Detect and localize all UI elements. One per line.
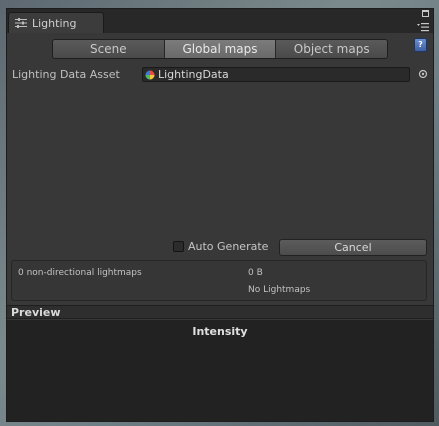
object-picker-icon[interactable] (418, 69, 428, 79)
lightmap-stats-box: 0 non-directional lightmaps 0 B No Light… (11, 260, 427, 301)
auto-generate-label[interactable]: Auto Generate (188, 240, 268, 253)
help-book-icon[interactable]: ? (414, 38, 427, 52)
lightmap-status-text: No Lightmaps (248, 285, 311, 295)
lighting-window: Lighting Scene Global maps Object maps ?… (6, 8, 434, 422)
window-tab-bar: Lighting (7, 9, 433, 33)
lighting-data-asset-field[interactable]: LightingData (142, 67, 410, 82)
lighting-mode-tabs: Scene Global maps Object maps (52, 39, 388, 59)
tab-object-maps[interactable]: Object maps (276, 40, 387, 58)
lightmap-size-text: 0 B (248, 268, 263, 278)
preview-header[interactable]: Preview (7, 305, 433, 319)
lighting-data-asset-row: Lighting Data Asset LightingData (12, 67, 428, 83)
lighting-content: Scene Global maps Object maps ? Lighting… (7, 33, 433, 421)
auto-generate-checkbox[interactable] (173, 241, 184, 252)
tab-global-maps[interactable]: Global maps (164, 40, 277, 58)
window-controls (407, 10, 429, 32)
lighting-tab-label: Lighting (32, 16, 77, 30)
lighting-data-asset-value: LightingData (158, 68, 229, 81)
intensity-label: Intensity (192, 325, 248, 338)
lighting-data-asset-label: Lighting Data Asset (12, 68, 120, 81)
lighting-data-asset-icon (145, 70, 155, 80)
tab-scene[interactable]: Scene (53, 40, 165, 58)
preview-area: Intensity (7, 320, 433, 421)
lighting-settings-icon (15, 18, 27, 28)
lightmap-count-text: 0 non-directional lightmaps (18, 268, 142, 278)
maximize-icon[interactable] (407, 10, 429, 20)
lighting-tab[interactable]: Lighting (8, 12, 104, 33)
generate-controls: Auto Generate Cancel (173, 238, 428, 256)
cancel-button[interactable]: Cancel (279, 239, 427, 256)
